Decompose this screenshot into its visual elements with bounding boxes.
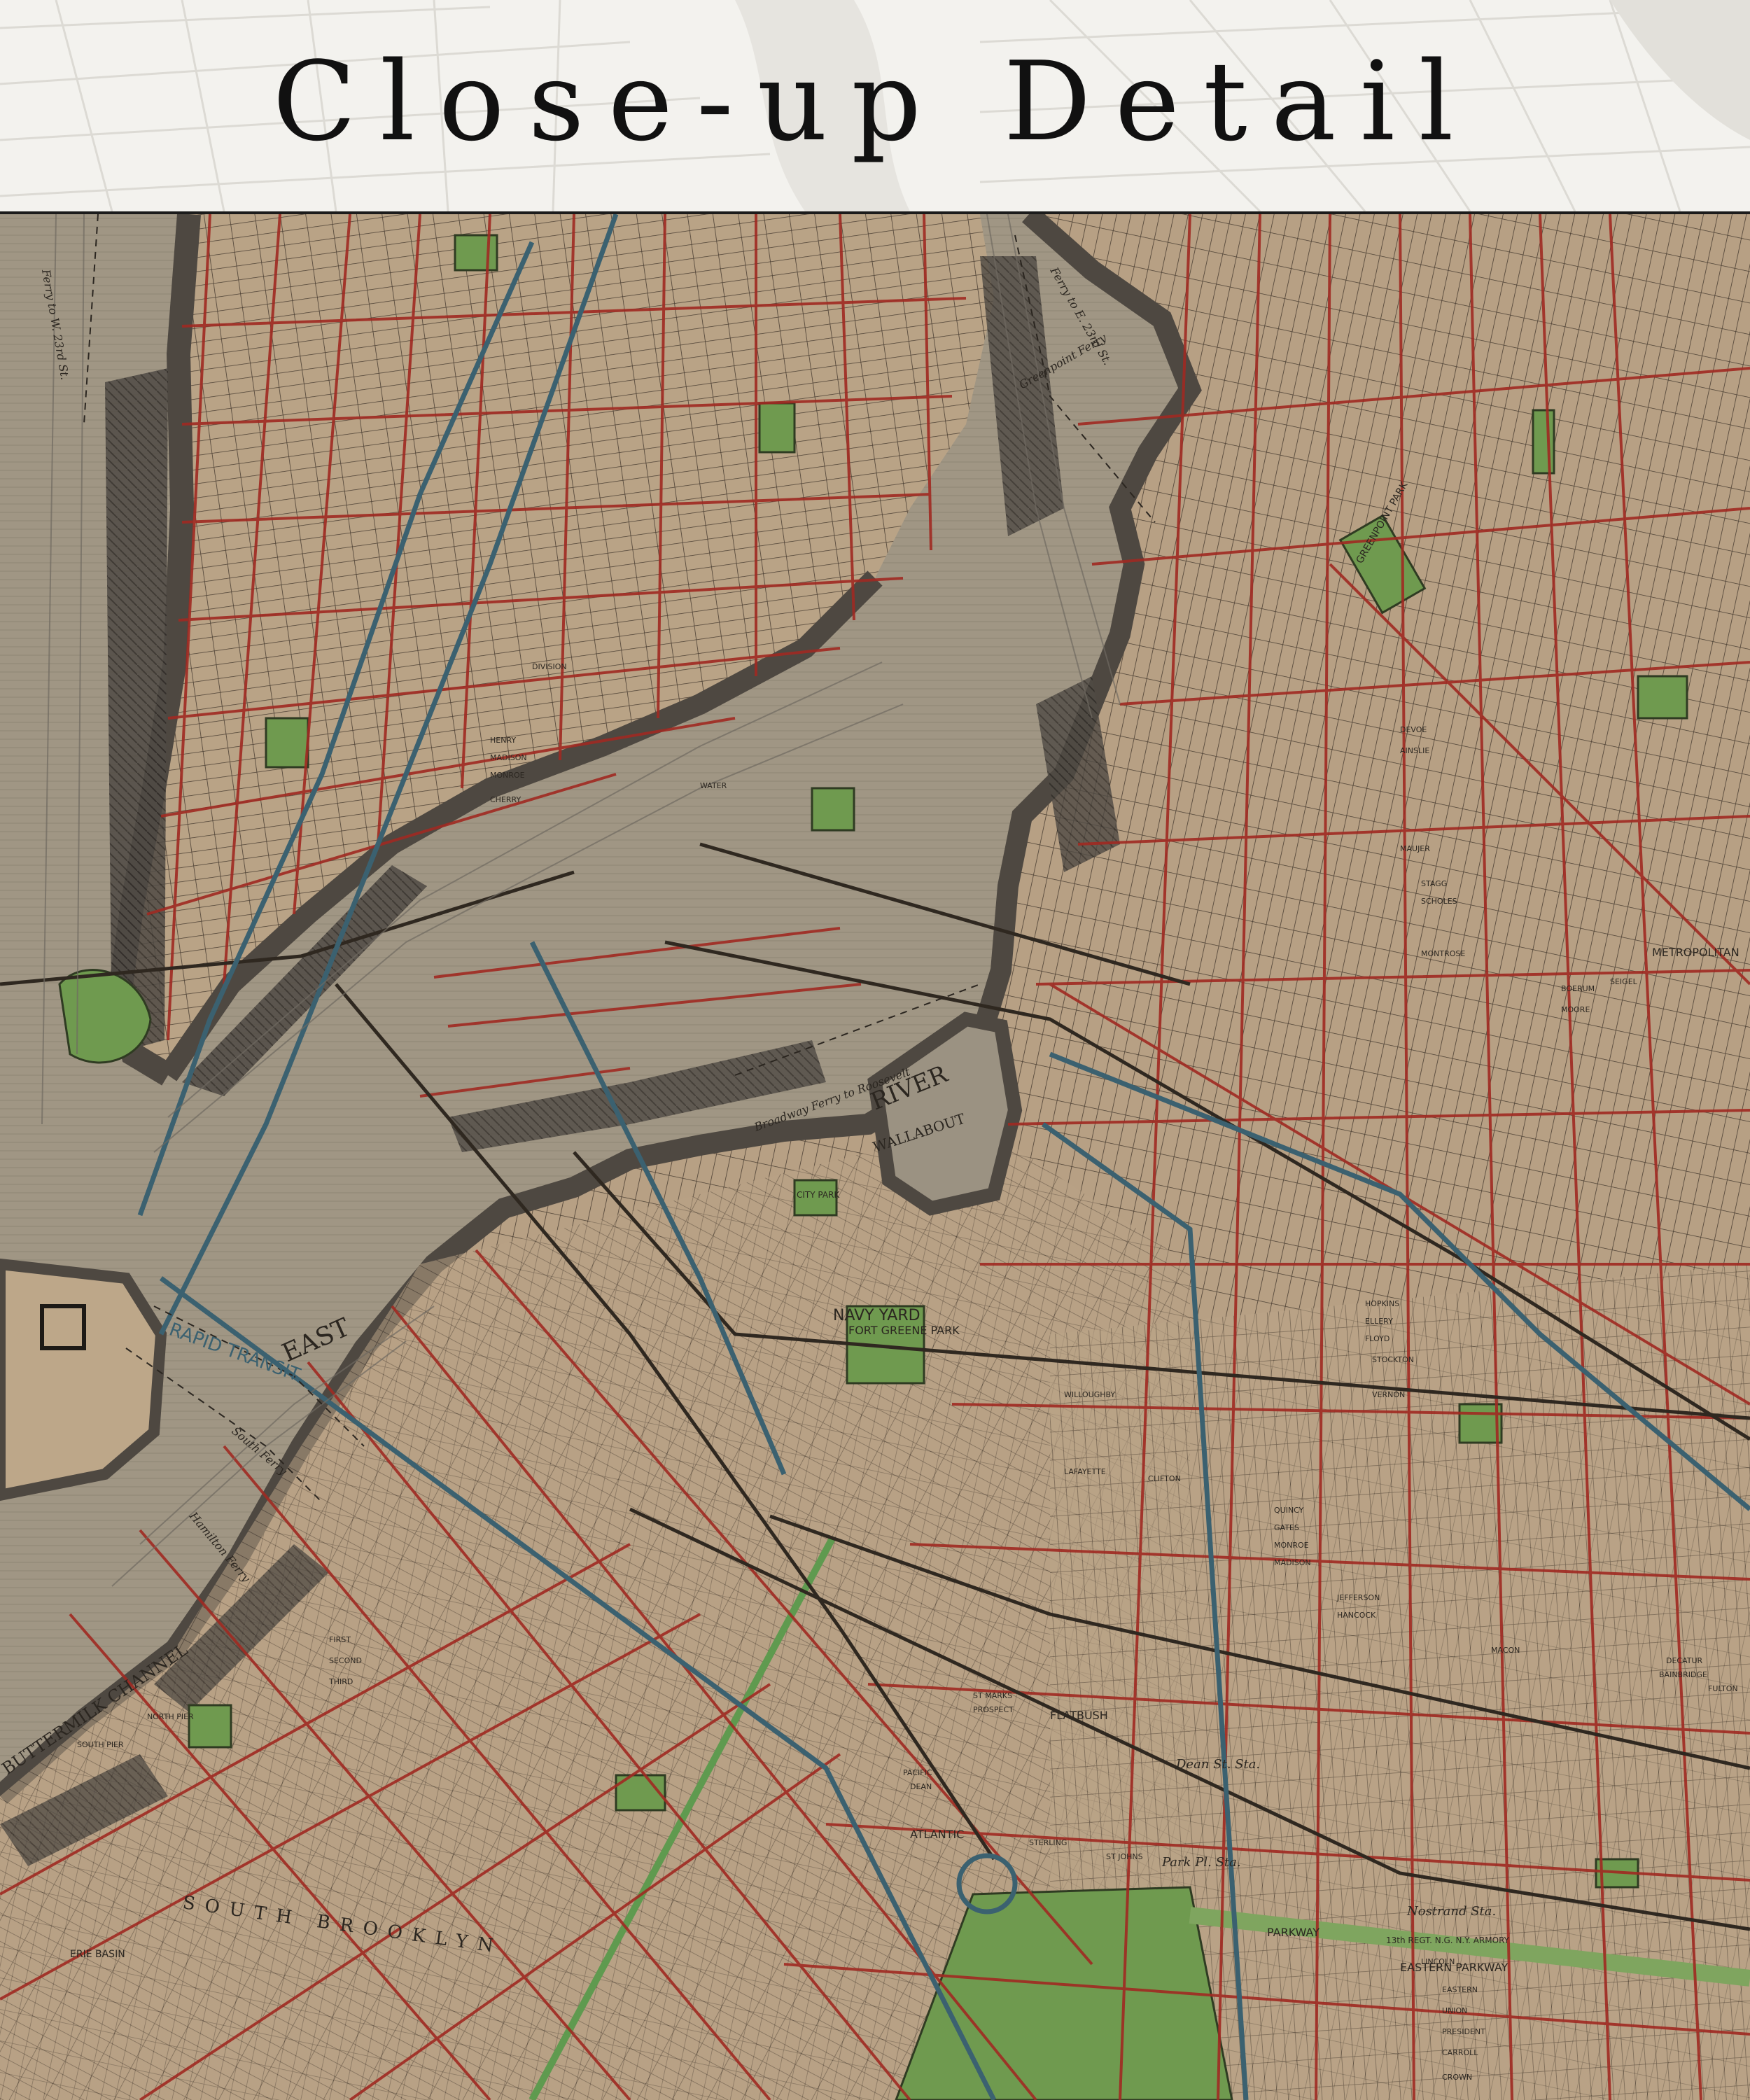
title-banner: Close-up Detail [0,0,1750,211]
street-label: ST JOHNS [1106,1852,1143,1861]
street-label: SECOND [329,1656,362,1665]
label-metropolitan: METROPOLITAN [1652,946,1740,959]
street-label: ST MARKS [973,1691,1012,1700]
map-panel: RIVER EAST WALLABOUT NAVY YARD RAPID TRA… [0,214,1750,2100]
street-label: QUINCY [1274,1506,1304,1515]
label-atlantic: ATLANTIC [910,1828,964,1841]
street-label: FIRST [329,1635,351,1644]
street-label: MONROE [490,771,525,780]
street-label: DEVOE [1400,725,1427,734]
street-label: STOCKTON [1372,1355,1414,1364]
street-label: DEAN [910,1782,932,1791]
street-label: BAINBRIDGE [1659,1670,1707,1679]
street-label: LINCOLN [1421,1957,1455,1966]
street-label: HENRY [490,736,516,745]
label-city-park: CITY PARK [797,1190,840,1200]
street-label: THIRD [328,1677,353,1686]
label-park-pl-sta: Park Pl. Sta. [1161,1855,1241,1870]
street-label: CLIFTON [1148,1474,1181,1483]
label-navy-yard: NAVY YARD [833,1307,920,1324]
street-label: MONTROSE [1421,949,1465,958]
street-label: PROSPECT [973,1705,1014,1714]
street-label: DECATUR [1666,1656,1703,1665]
label-nostrand-sta: Nostrand Sta. [1406,1904,1496,1919]
label-armory: 13th REGT. N.G. N.Y. ARMORY [1386,1935,1510,1945]
historic-street-map: RIVER EAST WALLABOUT NAVY YARD RAPID TRA… [0,214,1750,2100]
street-label: BOERUM [1561,984,1595,993]
street-label: WATER [700,781,727,790]
page-title: Close-up Detail [272,38,1478,165]
street-label: STAGG [1421,879,1447,888]
label-fort-greene-park: FORT GREENE PARK [848,1324,960,1337]
street-label: SCHOLES [1421,897,1457,906]
street-label: CARROLL [1442,2048,1478,2057]
poster: Close-up Detail RIVER EAST WALLABOUT NAV… [0,0,1750,2100]
street-label: UNION [1442,2006,1467,2015]
street-label: CROWN [1442,2073,1472,2082]
label-flatbush: FLATBUSH [1050,1709,1108,1722]
street-label: MADISON [1274,1558,1311,1567]
label-parkway: PARKWAY [1267,1926,1320,1939]
street-label: HOPKINS [1365,1299,1399,1308]
street-label: WILLOUGHBY [1064,1390,1115,1399]
street-label: PRESIDENT [1442,2027,1485,2036]
label-south-pier: SOUTH PIER [77,1740,124,1749]
street-label: HANCOCK [1337,1611,1376,1620]
street-label: CHERRY [490,795,521,804]
street-label: MAUJER [1400,844,1430,853]
street-label: LAFAYETTE [1064,1467,1106,1476]
street-label: DIVISION [532,662,567,671]
street-label: PACIFIC [903,1768,932,1777]
street-label: SEIGEL [1610,977,1638,986]
label-dean-st-sta: Dean St. Sta. [1175,1757,1260,1772]
label-erie-basin: ERIE BASIN [70,1949,125,1960]
street-label: JEFFERSON [1336,1593,1380,1602]
street-label: VERNON [1372,1390,1405,1399]
street-label: MADISON [490,753,527,762]
street-label: MONROE [1274,1541,1309,1550]
label-north-pier: NORTH PIER [147,1712,194,1721]
street-label: STERLING [1029,1838,1067,1847]
street-label: FULTON [1708,1684,1738,1693]
street-label: MOORE [1561,1005,1590,1014]
street-label: MACON [1491,1646,1520,1655]
street-label: ELLERY [1365,1317,1393,1326]
street-label: EASTERN [1442,1985,1478,1994]
street-label: GATES [1274,1523,1299,1532]
street-label: AINSLIE [1400,746,1429,755]
street-label: FLOYD [1365,1334,1390,1343]
